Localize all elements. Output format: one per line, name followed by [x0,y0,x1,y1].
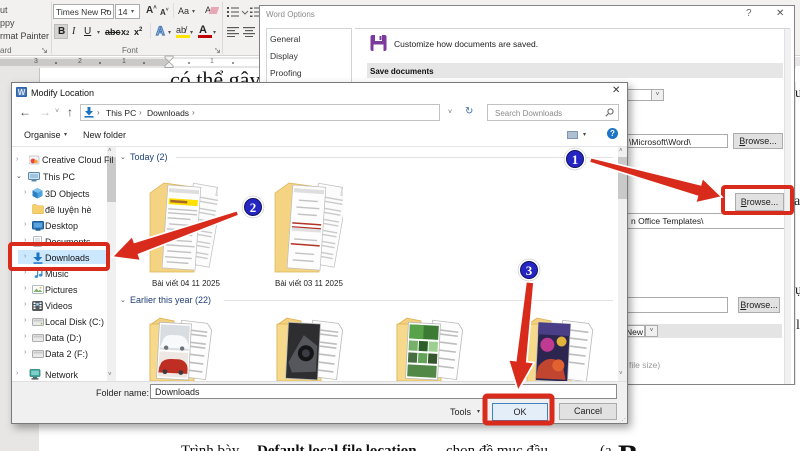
svg-text:2: 2 [250,200,257,215]
svg-text:1: 1 [572,152,579,167]
svg-text:3: 3 [526,263,533,278]
